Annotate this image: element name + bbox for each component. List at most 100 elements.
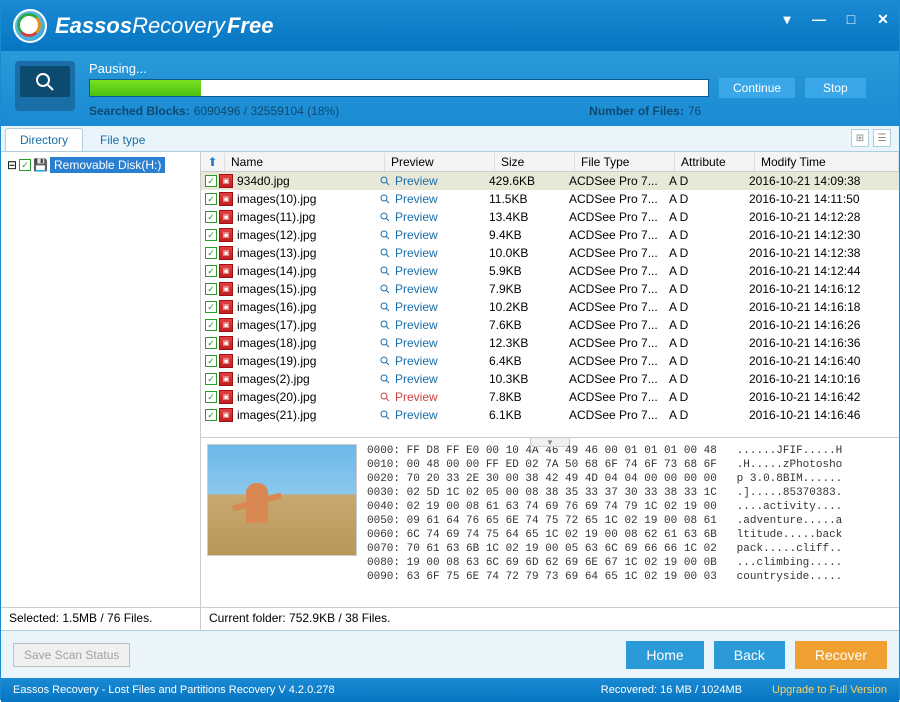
file-modtime: 2016-10-21 14:09:38 bbox=[749, 174, 899, 188]
file-type-icon: ▣ bbox=[219, 192, 233, 206]
file-attr: A D bbox=[669, 192, 749, 206]
file-modtime: 2016-10-21 14:11:50 bbox=[749, 192, 899, 206]
file-row[interactable]: ✓▣images(20).jpg Preview7.8KBACDSee Pro … bbox=[201, 388, 899, 406]
tree-root-node[interactable]: ⊟ ✓ 💾 Removable Disk(H:) bbox=[5, 156, 196, 174]
file-type: ACDSee Pro 7... bbox=[569, 228, 669, 242]
scan-monitor-icon bbox=[15, 61, 75, 111]
file-type-icon: ▣ bbox=[219, 246, 233, 260]
file-type-icon: ▣ bbox=[219, 336, 233, 350]
recover-button[interactable]: Recover bbox=[795, 641, 887, 669]
preview-link[interactable]: Preview bbox=[379, 246, 489, 260]
file-row[interactable]: ✓▣images(17).jpg Preview7.6KBACDSee Pro … bbox=[201, 316, 899, 334]
file-row[interactable]: ✓▣images(16).jpg Preview10.2KBACDSee Pro… bbox=[201, 298, 899, 316]
file-checkbox[interactable]: ✓ bbox=[205, 355, 217, 367]
file-modtime: 2016-10-21 14:10:16 bbox=[749, 372, 899, 386]
file-row[interactable]: ✓▣images(15).jpg Preview7.9KBACDSee Pro … bbox=[201, 280, 899, 298]
file-name: images(10).jpg bbox=[235, 192, 379, 206]
close-icon[interactable]: ✕ bbox=[875, 11, 891, 27]
preview-link[interactable]: Preview bbox=[379, 192, 489, 206]
file-attr: A D bbox=[669, 228, 749, 242]
selected-status: Selected: 1.5MB / 76 Files. bbox=[1, 608, 201, 630]
preview-link[interactable]: Preview bbox=[379, 408, 489, 422]
app-title: EassosRecoveryFree bbox=[55, 13, 273, 39]
file-type-icon: ▣ bbox=[219, 282, 233, 296]
file-name: images(11).jpg bbox=[235, 210, 379, 224]
footer-text: Eassos Recovery - Lost Files and Partiti… bbox=[13, 684, 335, 696]
sort-arrow-icon[interactable]: ⬆ bbox=[201, 153, 225, 171]
file-checkbox[interactable]: ✓ bbox=[205, 373, 217, 385]
blocks-value: 6090496 / 32559104 (18%) bbox=[194, 104, 339, 118]
file-row[interactable]: ✓▣images(18).jpg Preview12.3KBACDSee Pro… bbox=[201, 334, 899, 352]
back-button[interactable]: Back bbox=[714, 641, 785, 669]
file-modtime: 2016-10-21 14:12:28 bbox=[749, 210, 899, 224]
file-type-icon: ▣ bbox=[219, 264, 233, 278]
file-checkbox[interactable]: ✓ bbox=[205, 391, 217, 403]
file-checkbox[interactable]: ✓ bbox=[205, 193, 217, 205]
file-row[interactable]: ✓▣images(21).jpg Preview6.1KBACDSee Pro … bbox=[201, 406, 899, 424]
file-checkbox[interactable]: ✓ bbox=[205, 247, 217, 259]
file-checkbox[interactable]: ✓ bbox=[205, 319, 217, 331]
maximize-icon[interactable]: □ bbox=[843, 11, 859, 27]
preview-link[interactable]: Preview bbox=[379, 372, 489, 386]
file-name: images(21).jpg bbox=[235, 408, 379, 422]
tree-checkbox[interactable]: ✓ bbox=[19, 159, 31, 171]
tab-directory[interactable]: Directory bbox=[5, 128, 83, 151]
minimize-icon[interactable]: — bbox=[811, 11, 827, 27]
col-preview[interactable]: Preview bbox=[385, 153, 495, 171]
continue-button[interactable]: Continue bbox=[719, 78, 795, 98]
preview-link[interactable]: Preview bbox=[379, 210, 489, 224]
file-checkbox[interactable]: ✓ bbox=[205, 337, 217, 349]
home-button[interactable]: Home bbox=[626, 641, 703, 669]
view-list-icon[interactable]: ☰ bbox=[873, 129, 891, 147]
save-scan-button[interactable]: Save Scan Status bbox=[13, 643, 130, 667]
col-size[interactable]: Size bbox=[495, 153, 575, 171]
stop-button[interactable]: Stop bbox=[805, 78, 866, 98]
preview-link[interactable]: Preview bbox=[379, 174, 489, 188]
file-checkbox[interactable]: ✓ bbox=[205, 301, 217, 313]
file-row[interactable]: ✓▣images(12).jpg Preview9.4KBACDSee Pro … bbox=[201, 226, 899, 244]
col-type[interactable]: File Type bbox=[575, 153, 675, 171]
tree-collapse-icon[interactable]: ⊟ bbox=[7, 158, 17, 172]
file-checkbox[interactable]: ✓ bbox=[205, 265, 217, 277]
file-row[interactable]: ✓▣images(10).jpg Preview11.5KBACDSee Pro… bbox=[201, 190, 899, 208]
file-list: ✓▣934d0.jpg Preview429.6KBACDSee Pro 7..… bbox=[201, 172, 899, 437]
file-checkbox[interactable]: ✓ bbox=[205, 409, 217, 421]
settings-icon[interactable]: ▾ bbox=[779, 11, 795, 27]
file-row[interactable]: ✓▣images(14).jpg Preview5.9KBACDSee Pro … bbox=[201, 262, 899, 280]
file-row[interactable]: ✓▣images(2).jpg Preview10.3KBACDSee Pro … bbox=[201, 370, 899, 388]
disk-icon: 💾 bbox=[33, 158, 48, 172]
file-row[interactable]: ✓▣images(11).jpg Preview13.4KBACDSee Pro… bbox=[201, 208, 899, 226]
file-modtime: 2016-10-21 14:16:36 bbox=[749, 336, 899, 350]
file-attr: A D bbox=[669, 372, 749, 386]
file-type-icon: ▣ bbox=[219, 354, 233, 368]
file-type: ACDSee Pro 7... bbox=[569, 390, 669, 404]
preview-link[interactable]: Preview bbox=[379, 282, 489, 296]
col-mod[interactable]: Modify Time bbox=[755, 153, 899, 171]
tabs-bar: Directory File type ⊞ ☰ bbox=[1, 126, 899, 152]
file-checkbox[interactable]: ✓ bbox=[205, 175, 217, 187]
preview-link[interactable]: Preview bbox=[379, 264, 489, 278]
view-grid-icon[interactable]: ⊞ bbox=[851, 129, 869, 147]
preview-link[interactable]: Preview bbox=[379, 336, 489, 350]
preview-link[interactable]: Preview bbox=[379, 318, 489, 332]
preview-link[interactable]: Preview bbox=[379, 300, 489, 314]
file-name: images(2).jpg bbox=[235, 372, 379, 386]
file-checkbox[interactable]: ✓ bbox=[205, 283, 217, 295]
splitter-handle[interactable]: ▼ bbox=[530, 437, 570, 447]
preview-link[interactable]: Preview bbox=[379, 354, 489, 368]
upgrade-link[interactable]: Upgrade to Full Version bbox=[772, 684, 887, 696]
file-checkbox[interactable]: ✓ bbox=[205, 229, 217, 241]
file-row[interactable]: ✓▣images(19).jpg Preview6.4KBACDSee Pro … bbox=[201, 352, 899, 370]
file-type: ACDSee Pro 7... bbox=[569, 192, 669, 206]
file-row[interactable]: ✓▣934d0.jpg Preview429.6KBACDSee Pro 7..… bbox=[201, 172, 899, 190]
file-size: 6.1KB bbox=[489, 408, 569, 422]
col-name[interactable]: Name bbox=[225, 153, 385, 171]
tab-filetype[interactable]: File type bbox=[85, 128, 160, 151]
col-attr[interactable]: Attribute bbox=[675, 153, 755, 171]
preview-link[interactable]: Preview bbox=[379, 390, 489, 404]
progress-panel: Pausing... Continue Stop Searched Blocks… bbox=[1, 51, 899, 126]
preview-link[interactable]: Preview bbox=[379, 228, 489, 242]
file-attr: A D bbox=[669, 264, 749, 278]
file-checkbox[interactable]: ✓ bbox=[205, 211, 217, 223]
file-row[interactable]: ✓▣images(13).jpg Preview10.0KBACDSee Pro… bbox=[201, 244, 899, 262]
